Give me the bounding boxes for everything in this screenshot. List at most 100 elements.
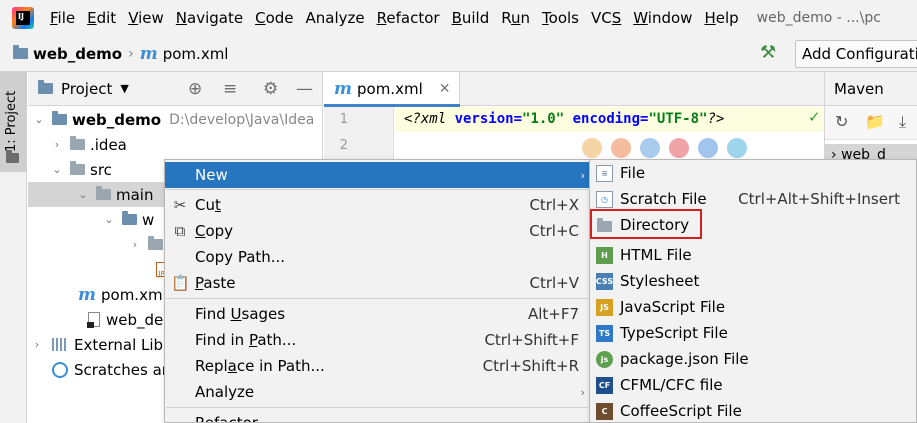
- submenu-item-stylesheet[interactable]: CSS Stylesheet: [590, 268, 916, 294]
- menu-view[interactable]: View: [122, 9, 170, 27]
- scissors-icon: ✂: [173, 196, 187, 214]
- menu-item-replace-in-path[interactable]: Replace in Path... Ctrl+Shift+R: [165, 353, 589, 379]
- editor-tab-bar: m pom.xml ✕: [324, 72, 824, 107]
- submenu-item-label: Stylesheet: [620, 272, 700, 290]
- menu-item-copy-path[interactable]: Copy Path...: [165, 244, 589, 270]
- add-configuration-button[interactable]: Add Configuratio: [795, 40, 917, 68]
- gear-icon[interactable]: ⚙: [263, 79, 278, 99]
- folder-icon: [148, 236, 163, 250]
- menu-item-find-in-path[interactable]: Find in Path... Ctrl+Shift+F: [165, 327, 589, 353]
- close-icon[interactable]: ✕: [439, 81, 451, 97]
- submenu-item-typescript-file[interactable]: TS TypeScript File: [590, 320, 916, 346]
- submenu-item-cfml-file[interactable]: CF CFML/CFC file: [590, 372, 916, 398]
- safari-icon[interactable]: [640, 138, 660, 158]
- stylesheet-icon: CSS: [596, 272, 613, 290]
- ie-icon[interactable]: [698, 138, 718, 158]
- coffeescript-file-icon: C: [596, 402, 613, 420]
- chevron-down-icon[interactable]: ▼: [120, 82, 128, 95]
- submenu-item-package-json[interactable]: js package.json File: [590, 346, 916, 372]
- file-icon: ≡: [596, 164, 613, 182]
- breadcrumb-file[interactable]: pom.xml: [163, 45, 229, 63]
- code-line[interactable]: <?xml version="1.0" encoding="UTF-8"?>: [404, 111, 724, 127]
- chevron-down-icon[interactable]: ⌄: [102, 213, 116, 226]
- menu-run[interactable]: Run: [495, 9, 536, 27]
- web-folder-icon: [122, 211, 137, 225]
- chevron-right-icon: ›: [580, 168, 585, 182]
- submenu-item-coffeescript-file[interactable]: C CoffeeScript File: [590, 398, 916, 422]
- menu-item-find-usages[interactable]: Find Usages Alt+F7: [165, 301, 589, 327]
- minimize-icon[interactable]: —: [296, 79, 313, 99]
- project-tool-tab[interactable]: 1: Project: [0, 72, 27, 172]
- chevron-right-icon: ›: [580, 385, 585, 399]
- menu-item-cut[interactable]: ✂ Cut Ctrl+X: [165, 192, 589, 218]
- clipboard-icon: 📋: [171, 274, 190, 292]
- package-json-icon: js: [596, 350, 613, 368]
- shortcut: Ctrl+V: [529, 274, 579, 292]
- edge-icon[interactable]: [727, 138, 747, 158]
- tab-pom-xml[interactable]: m pom.xml ✕: [324, 72, 460, 107]
- submenu-item-file[interactable]: ≡ File: [590, 160, 916, 186]
- chrome-icon[interactable]: [582, 138, 602, 158]
- tree-path: D:\develop\Java\Idea: [169, 111, 315, 128]
- tree-label: w: [142, 210, 155, 229]
- menu-tools[interactable]: Tools: [536, 9, 585, 27]
- tree-row-web-demo[interactable]: ⌄ web_demo D:\develop\Java\Idea: [28, 107, 323, 132]
- firefox-icon[interactable]: [611, 138, 631, 158]
- chevron-right-icon[interactable]: ›: [30, 338, 44, 351]
- chevron-down-icon[interactable]: ⌄: [76, 188, 90, 201]
- build-hammer-icon[interactable]: ⚒: [760, 42, 776, 63]
- refresh-icon[interactable]: ↻: [835, 112, 848, 131]
- maven-toolbar: ↻ 📁 ⤓: [825, 106, 917, 140]
- project-view-selector[interactable]: Project: [61, 80, 112, 98]
- menu-item-analyze[interactable]: Analyze ›: [165, 379, 589, 405]
- chevron-down-icon[interactable]: ⌄: [32, 113, 46, 126]
- menu-item-copy[interactable]: ⧉ Copy Ctrl+C: [165, 218, 589, 244]
- submenu-item-label: Scratch File: [620, 190, 707, 208]
- scratches-icon: [52, 361, 68, 378]
- opera-icon[interactable]: [669, 138, 689, 158]
- submenu-item-label: CFML/CFC file: [620, 376, 723, 394]
- collapse-all-icon[interactable]: ≡: [223, 79, 237, 99]
- navigation-bar: web_demo › m pom.xml: [0, 36, 917, 72]
- tree-row-idea[interactable]: › .idea: [28, 132, 323, 157]
- generate-sources-icon[interactable]: 📁: [865, 112, 885, 131]
- menu-code[interactable]: Code: [249, 9, 299, 27]
- menu-edit[interactable]: Edit: [81, 9, 122, 27]
- typescript-file-icon: TS: [596, 324, 613, 342]
- locate-target-icon[interactable]: ⊕: [188, 79, 202, 99]
- line-number: 2: [339, 138, 348, 153]
- chevron-right-icon[interactable]: ›: [50, 138, 64, 151]
- menu-analyze[interactable]: Analyze: [300, 9, 371, 27]
- submenu-item-javascript-file[interactable]: JS JavaScript File: [590, 294, 916, 320]
- folder-icon: [6, 150, 19, 163]
- menu-item-label: Analyze: [195, 383, 255, 401]
- menu-item-paste[interactable]: 📋 Paste Ctrl+V: [165, 270, 589, 296]
- breadcrumb-project[interactable]: web_demo: [33, 45, 122, 63]
- menu-navigate[interactable]: Navigate: [170, 9, 249, 27]
- shortcut: Ctrl+X: [529, 196, 579, 214]
- context-menu: New › ✂ Cut Ctrl+X ⧉ Copy Ctrl+C Copy Pa…: [164, 159, 590, 423]
- chevron-right-icon[interactable]: ›: [128, 238, 142, 251]
- menu-file[interactable]: File: [44, 9, 81, 27]
- menu-item-new[interactable]: New ›: [165, 162, 589, 188]
- download-icon[interactable]: ⤓: [899, 112, 906, 132]
- menu-refactor[interactable]: Refactor: [371, 9, 446, 27]
- menu-item-refactor[interactable]: Refactor: [165, 410, 589, 422]
- submenu-item-html-file[interactable]: H HTML File: [590, 242, 916, 268]
- menu-build[interactable]: Build: [446, 9, 496, 27]
- chevron-right-icon: ›: [128, 45, 134, 62]
- project-folder-icon: [13, 45, 28, 59]
- menu-window[interactable]: Window: [627, 9, 698, 27]
- shortcut: Alt+F7: [527, 305, 579, 323]
- menu-item-label: Replace in Path...: [195, 357, 325, 375]
- menu-item-label: Find Usages: [195, 305, 286, 323]
- tree-label: pom.xm: [101, 285, 163, 304]
- maven-panel-title: Maven: [825, 72, 917, 106]
- maven-file-icon: m: [78, 284, 96, 305]
- menu-help[interactable]: Help: [698, 9, 744, 27]
- menu-vcs[interactable]: VCS: [585, 9, 627, 27]
- chevron-down-icon[interactable]: ⌄: [50, 163, 64, 176]
- separator: [166, 407, 588, 408]
- shortcut: Ctrl+C: [529, 222, 579, 240]
- tree-label: main: [116, 185, 154, 204]
